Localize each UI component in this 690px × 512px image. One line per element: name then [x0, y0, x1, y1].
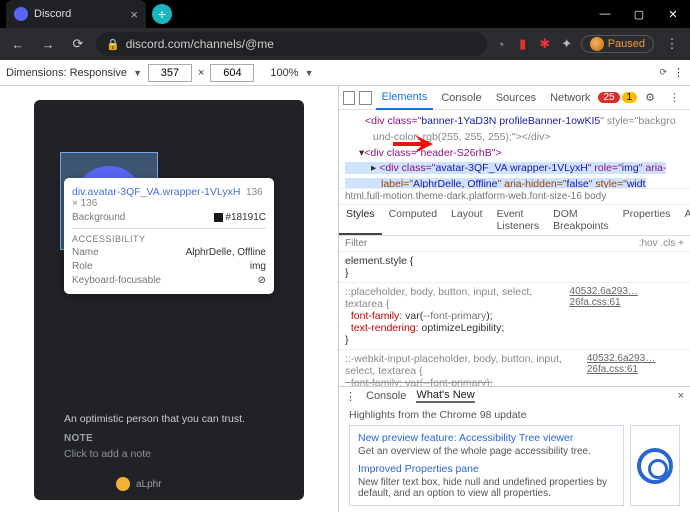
subtab-a11y[interactable]: Accessibility — [677, 205, 690, 235]
user-panel[interactable]: aLphr — [110, 474, 240, 494]
drawer: ⋮ Console What's New × Highlights from t… — [339, 386, 690, 512]
menu-button[interactable]: ⋮ — [660, 36, 684, 52]
kebab-icon[interactable]: ⋮ — [345, 390, 356, 403]
devtools-panel: Elements Console Sources Network 25 1 ⚙ … — [338, 86, 690, 512]
color-swatch — [214, 213, 223, 222]
extension-icon[interactable]: ▮ — [515, 36, 531, 52]
subtab-computed[interactable]: Computed — [382, 205, 444, 235]
subtab-props[interactable]: Properties — [616, 205, 678, 235]
close-drawer-icon[interactable]: × — [678, 390, 684, 402]
address-bar[interactable]: 🔒 discord.com/channels/@me — [96, 32, 487, 56]
phone-frame: An optimistic person that you can trust.… — [34, 100, 304, 500]
tab-elements[interactable]: Elements — [376, 86, 434, 110]
drawer-tab-whatsnew[interactable]: What's New — [416, 389, 474, 403]
tab-sources[interactable]: Sources — [490, 86, 542, 110]
reload-button[interactable]: ⟳ — [66, 36, 90, 52]
browser-tab[interactable]: Discord × — [6, 0, 146, 28]
breadcrumb[interactable]: html.full-motion.theme-dark.platform-web… — [339, 188, 690, 205]
whatsnew-graphic — [630, 425, 680, 506]
source-link[interactable]: 40532.6a293…26fa.css:61 — [570, 286, 684, 310]
new-tab-button[interactable]: + — [152, 4, 172, 24]
gear-icon[interactable]: ⚙ — [639, 86, 661, 110]
note-heading: NOTE — [64, 433, 274, 444]
maximize-button[interactable]: ▢ — [622, 0, 656, 28]
close-tab-icon[interactable]: × — [130, 7, 138, 22]
subtab-events[interactable]: Event Listeners — [490, 205, 547, 235]
devtools-tabs: Elements Console Sources Network 25 1 ⚙ … — [339, 86, 690, 110]
inspect-icon[interactable] — [343, 91, 355, 105]
whatsnew-headline: Highlights from the Chrome 98 update — [339, 405, 690, 425]
whatsnew-card[interactable]: New preview feature: Accessibility Tree … — [349, 425, 624, 506]
forward-button[interactable]: → — [36, 37, 60, 52]
subtab-dom[interactable]: DOM Breakpoints — [546, 205, 615, 235]
elements-tree[interactable]: <div class="banner-1YaD3N profileBanner-… — [339, 110, 690, 188]
tab-title: Discord — [34, 8, 71, 20]
ring-icon — [637, 448, 673, 484]
no-icon: ⊘ — [258, 275, 266, 286]
minimize-button[interactable]: ― — [588, 0, 622, 28]
about-text: An optimistic person that you can trust. — [64, 413, 274, 425]
device-icon[interactable] — [359, 91, 371, 105]
discord-icon — [14, 7, 28, 21]
chevron-down-icon[interactable]: ▼ — [133, 68, 142, 78]
drawer-tab-console[interactable]: Console — [366, 390, 406, 402]
chevron-down-icon[interactable]: ▼ — [305, 68, 314, 78]
username: aLphr — [136, 479, 162, 490]
device-preview: An optimistic person that you can trust.… — [0, 86, 338, 512]
lock-icon: 🔒 — [106, 38, 120, 51]
tooltip-selector: div.avatar-3QF_VA.wrapper-1VLyxH — [72, 186, 240, 198]
filter-input[interactable] — [345, 238, 633, 249]
subtab-layout[interactable]: Layout — [444, 205, 490, 235]
profile-paused-button[interactable]: Paused — [581, 35, 654, 53]
tab-network[interactable]: Network — [544, 86, 596, 110]
close-window-button[interactable]: ✕ — [656, 0, 690, 28]
tab-console[interactable]: Console — [435, 86, 487, 110]
avatar-icon — [590, 37, 604, 51]
warning-count[interactable]: 1 — [622, 92, 638, 103]
rotate-icon[interactable]: ⟳ — [659, 67, 667, 78]
subtab-styles[interactable]: Styles — [339, 205, 382, 235]
url-text: discord.com/channels/@me — [126, 37, 274, 51]
width-input[interactable] — [148, 64, 192, 82]
back-button[interactable]: ← — [6, 37, 30, 52]
styles-pane[interactable]: element.style {} ::placeholder, body, bu… — [339, 252, 690, 386]
mini-avatar — [116, 477, 130, 491]
height-input[interactable] — [210, 64, 254, 82]
device-mode[interactable]: Dimensions: Responsive — [6, 67, 127, 79]
browser-toolbar: ← → ⟳ 🔒 discord.com/channels/@me ◔ ▮ ✱ ✦… — [0, 28, 690, 60]
extension-icon[interactable]: ◔ — [493, 36, 509, 52]
error-count[interactable]: 25 — [598, 92, 619, 103]
kebab-icon[interactable]: ⋮ — [663, 86, 686, 110]
puzzle-icon[interactable]: ✦ — [559, 36, 575, 52]
inspect-tooltip: div.avatar-3QF_VA.wrapper-1VLyxH 136 × 1… — [64, 178, 274, 294]
source-link[interactable]: 40532.6a293…26fa.css:61 — [587, 353, 684, 377]
styles-subtabs: Styles Computed Layout Event Listeners D… — [339, 205, 690, 236]
profile-card: An optimistic person that you can trust.… — [64, 413, 274, 460]
kebab-icon[interactable]: ⋮ — [673, 66, 684, 79]
filter-toggles[interactable]: :hov .cls + — [639, 238, 684, 249]
zoom-level[interactable]: 100% — [270, 67, 298, 79]
extension-icon[interactable]: ✱ — [537, 36, 553, 52]
window-titlebar: Discord × + ― ▢ ✕ — [0, 0, 690, 28]
device-toolbar: Dimensions: Responsive ▼ × 100% ▼ ⟳ ⋮ — [0, 60, 690, 86]
red-arrow-icon — [393, 130, 433, 154]
note-input[interactable]: Click to add a note — [64, 448, 274, 460]
